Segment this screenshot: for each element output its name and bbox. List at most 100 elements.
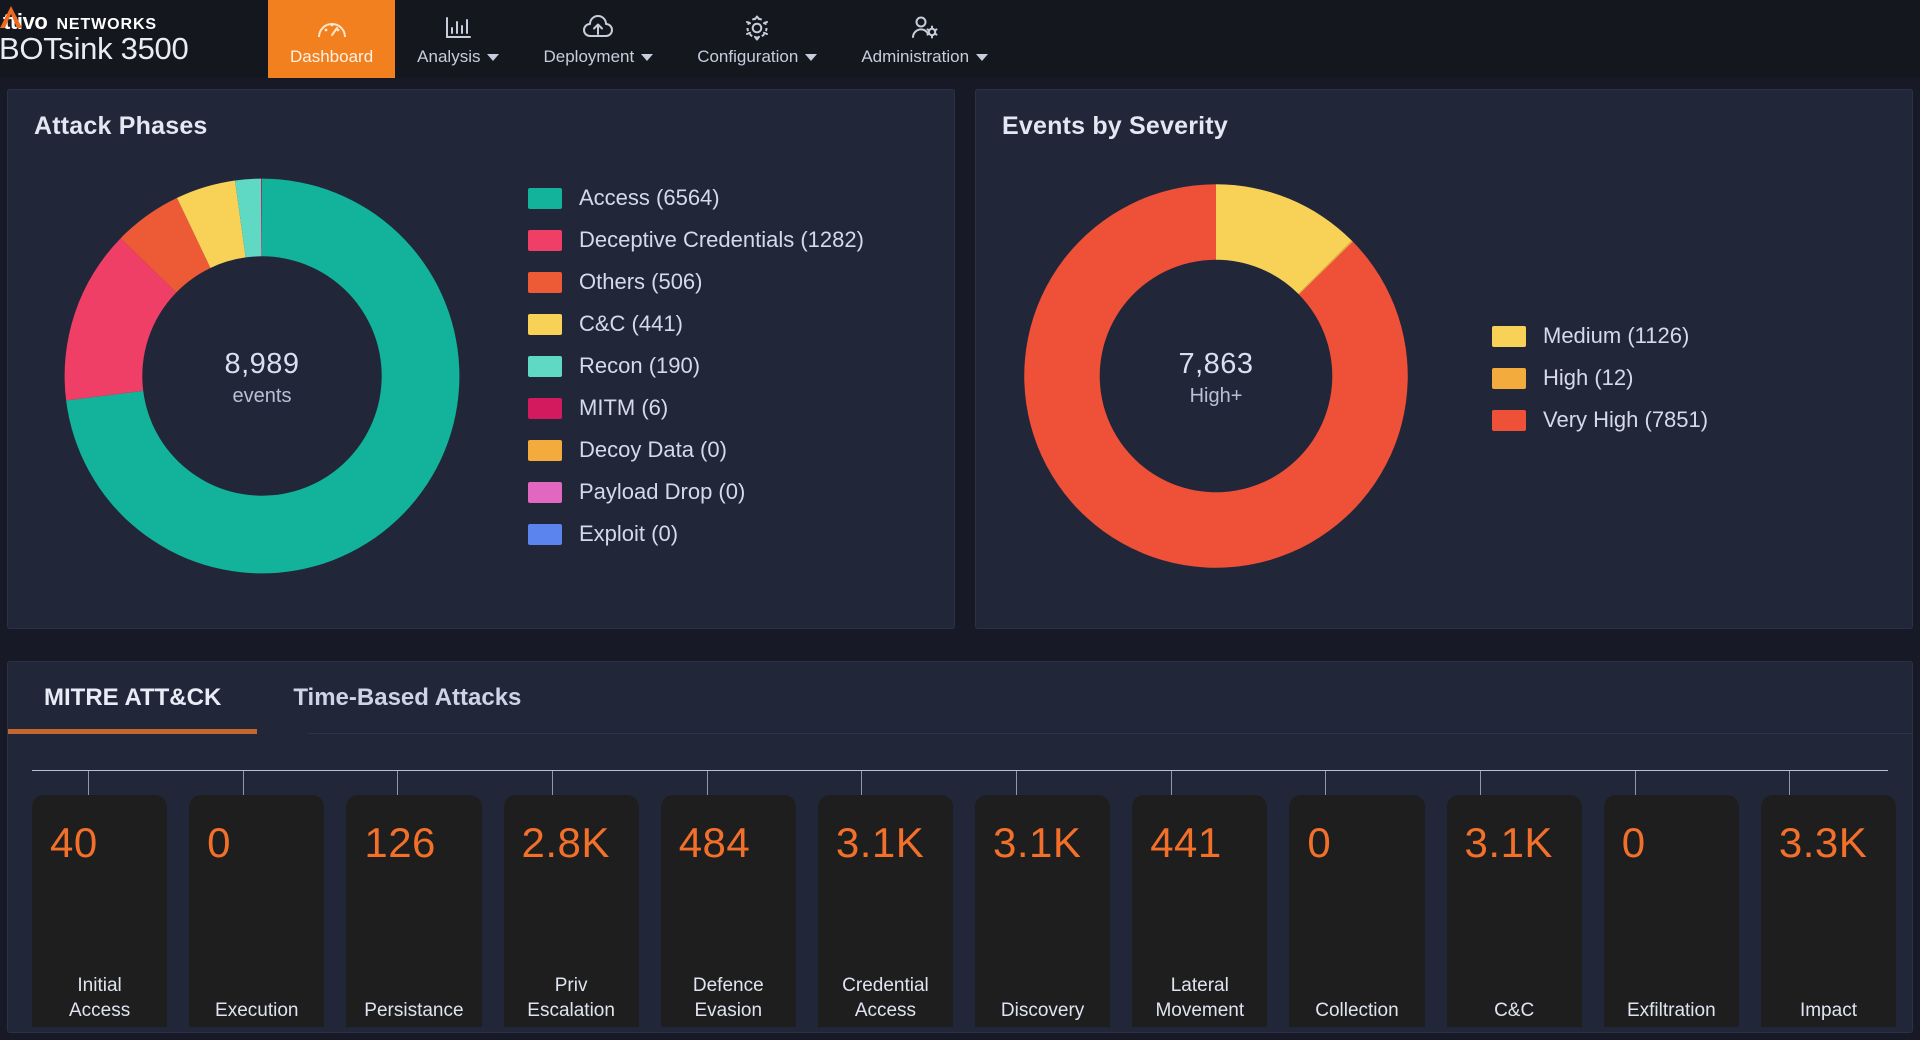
legend-item[interactable]: Deceptive Credentials (1282) [528,219,864,261]
chevron-down-icon [976,53,989,61]
legend-item[interactable]: MITM (6) [528,387,864,429]
legend-item[interactable]: Access (6564) [528,177,864,219]
mitre-tile-label: Collection [1315,999,1399,1021]
mitre-tile[interactable]: 0 Collection [1289,795,1425,1027]
app-header: ttivo NETWORKS BOTsink 3500 Dashboard An… [0,0,1920,78]
legend-swatch [528,187,562,209]
card-title-events-by-severity: Events by Severity [1002,112,1228,140]
chevron-down-icon [805,53,818,61]
mitre-tile[interactable]: 0 Exfiltration [1603,795,1739,1027]
mitre-tile-value: 0 [1307,819,1332,866]
mitre-tile-value: 3.1K [835,819,925,866]
nav-text: Analysis [417,47,481,66]
axis-tick [1635,771,1636,795]
tab-time-based-attacks[interactable]: Time-Based Attacks [257,662,557,734]
axis-tick [1325,771,1326,795]
mitre-tile[interactable]: 3.3K Impact [1760,795,1897,1027]
legend-label: Very High (7851) [1543,407,1709,432]
mitre-tile-label: Credential Access [842,974,929,1021]
mitre-tile-value: 126 [364,819,436,866]
legend-swatch [528,523,562,545]
mitre-tile-value: 484 [678,819,751,866]
chevron-down-icon [641,53,654,61]
mitre-tile[interactable]: 3.1K Credential Access [817,795,954,1027]
legend-item[interactable]: Others (506) [528,261,864,303]
attack-phases-chart-body: 8,989 events Access (6564) Deceptive Cred… [8,138,954,618]
legend-label: Deceptive Credentials (1282) [579,227,864,252]
nav-label-dashboard: Dashboard [290,47,373,67]
legend-label: Access (6564) [579,185,720,210]
mitre-tile-label: Persistance [364,999,464,1021]
legend-item[interactable]: Recon (190) [528,345,864,387]
dashboard-page: Attack Phases 8,989 events Access (6564)… [0,78,1920,1040]
axis-tick [1171,771,1172,795]
events-severity-donut-svg [1024,183,1408,568]
attivo-a-mark-icon [0,5,24,29]
legend-item[interactable]: Exploit (0) [528,513,864,555]
legend-label: High (12) [1543,365,1634,390]
axis-tick [1016,771,1017,795]
nav-item-deployment[interactable]: Deployment [521,0,675,78]
attack-phases-donut[interactable]: 8,989 events [52,166,472,591]
axis-tick [397,771,398,795]
mitre-tile-label: Discovery [1000,999,1085,1021]
legend-item[interactable]: High (12) [1492,357,1708,399]
mitre-tile-label: Exfiltration [1626,999,1716,1021]
legend-swatch [1492,325,1526,347]
mitre-tile-value: 0 [1621,819,1646,866]
nav-text: Deployment [543,47,635,66]
bar-chart-icon [442,11,474,45]
legend-item[interactable]: Decoy Data (0) [528,429,864,471]
mitre-tile[interactable]: 0 Execution [189,795,325,1027]
legend-item[interactable]: Medium (1126) [1492,315,1708,357]
legend-item[interactable]: C&C (441) [528,303,864,345]
brand-block: ttivo NETWORKS BOTsink 3500 [0,0,268,78]
nav-item-configuration[interactable]: Configuration [675,0,839,78]
axis-tick [88,771,89,795]
legend-label: Payload Drop (0) [579,479,746,504]
events-severity-donut[interactable]: 7,863 High+ [1012,172,1420,585]
nav-item-dashboard[interactable]: Dashboard [268,0,396,78]
mitre-tile[interactable]: 126 Persistance [346,795,482,1027]
chevron-down-icon [487,53,500,61]
attack-breakdown-panel: MITRE ATT&CK Time-Based Attacks 40 Initial… [7,661,1913,1033]
nav-label-deployment: Deployment [543,47,654,67]
mitre-tile-value: 3.1K [993,819,1082,866]
mitre-tile[interactable]: 2.8K Priv Escalation [503,795,639,1027]
axis-tick [243,771,244,795]
mitre-tile-value: 40 [50,819,98,866]
axis-tick [707,771,708,795]
mitre-tile-value: 3.1K [1464,819,1553,866]
nav-item-administration[interactable]: Administration [839,0,1010,78]
mitre-tiles: 40 Initial Access 0 Execution 126 Persistance 2… [32,795,1897,1027]
card-title-attack-phases: Attack Phases [34,112,208,140]
panel-tabs: MITRE ATT&CK Time-Based Attacks [8,662,1912,734]
mitre-tile[interactable]: 3.1K C&C [1446,795,1582,1027]
mitre-tile-label: Initial Access [68,974,131,1021]
brand-model: BOTsink 3500 [0,31,189,66]
mitre-tile-value: 2.8K [521,819,610,866]
legend-label: Recon (190) [579,353,701,378]
axis-tick [1480,771,1481,795]
mitre-tile[interactable]: 3.1K Discovery [975,795,1111,1027]
legend-item[interactable]: Very High (7851) [1492,399,1708,441]
legend-label: Exploit (0) [579,521,679,546]
tab-mitre-attack[interactable]: MITRE ATT&CK [8,662,258,734]
mitre-tile-label: Execution [215,999,299,1021]
legend-swatch [528,271,562,293]
legend-swatch [528,397,562,419]
legend-label: Others (506) [579,269,703,294]
nav-label-configuration: Configuration [697,47,818,67]
mitre-tile-value: 3.3K [1778,819,1868,866]
axis-tick [1789,771,1790,795]
mitre-tile-label: C&C [1494,999,1535,1021]
mitre-tile[interactable]: 484 Defence Evasion [660,795,796,1027]
mitre-tile[interactable]: 40 Initial Access [32,795,168,1027]
legend-item[interactable]: Payload Drop (0) [528,471,864,513]
brand-wordmark: ttivo NETWORKS [0,5,268,34]
mitre-tile-label: Priv Escalation [527,974,615,1021]
events-severity-legend: Medium (1126) High (12) Very High (7851) [1492,315,1708,441]
nav-item-analysis[interactable]: Analysis [395,0,521,78]
attack-phases-donut-svg [64,178,460,573]
mitre-tile[interactable]: 441 Lateral Movement [1132,795,1268,1027]
